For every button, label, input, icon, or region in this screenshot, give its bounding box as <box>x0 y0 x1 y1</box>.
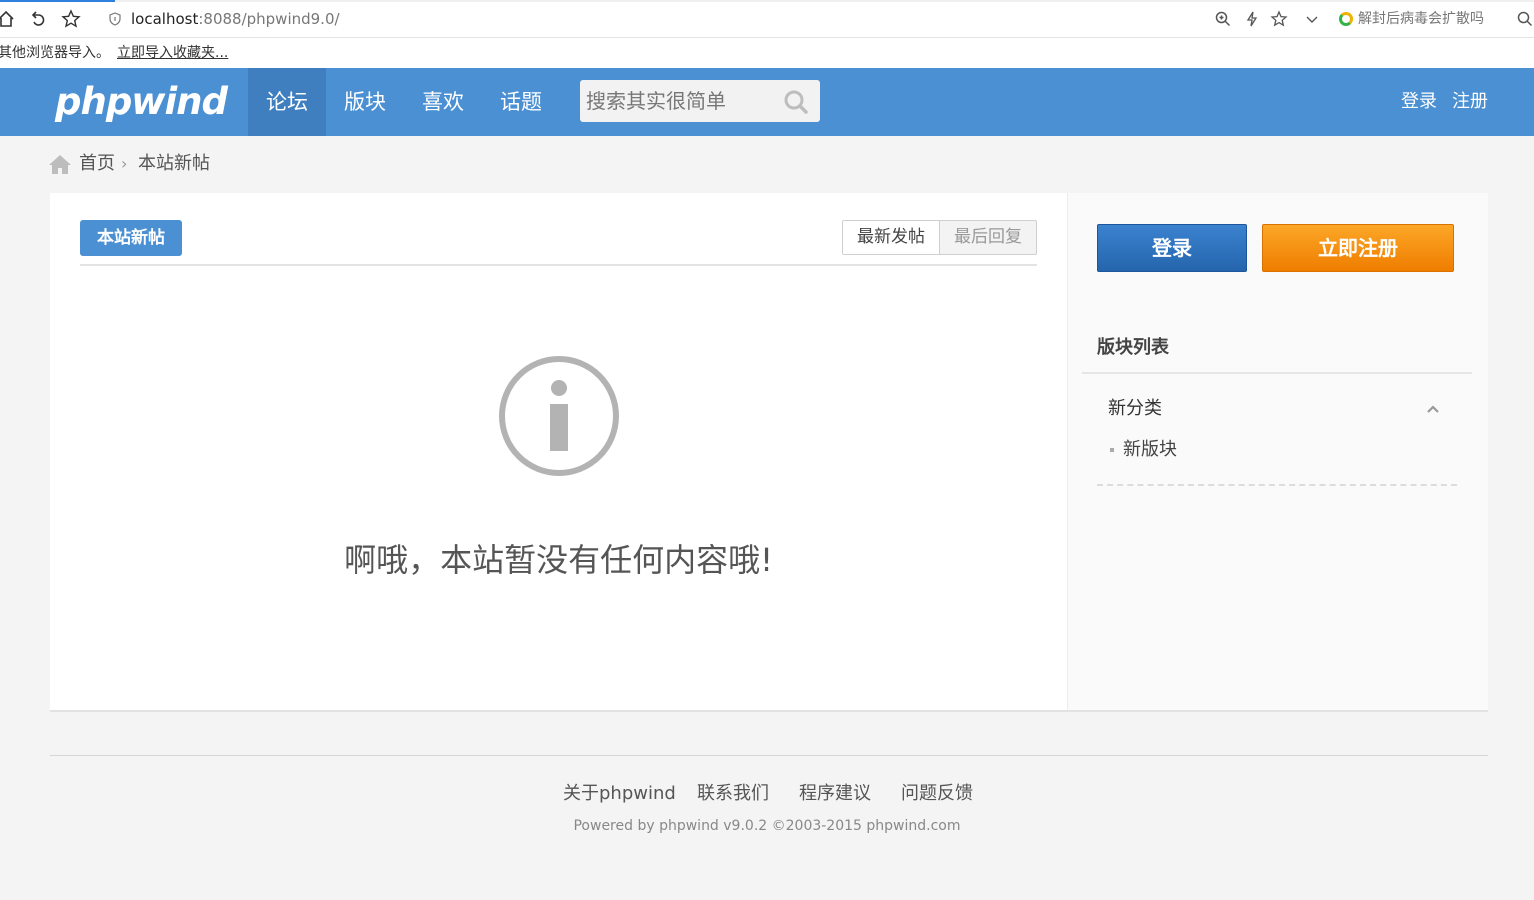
board-list-dashed-divider <box>1097 484 1457 486</box>
board-bullet <box>1110 448 1114 452</box>
url-host: localhost <box>131 10 199 28</box>
search-button-icon[interactable] <box>783 89 809 115</box>
extension-status-icon <box>1339 12 1353 26</box>
nav-forum[interactable]: 论坛 <box>248 68 326 136</box>
nav-topics[interactable]: 话题 <box>482 68 560 136</box>
footer-suggest-link[interactable]: 程序建议 <box>799 782 871 806</box>
reload-icon[interactable] <box>28 9 48 29</box>
bookmark-bar: 其他浏览器导入。 立即导入收藏夹... <box>0 38 1534 68</box>
login-button[interactable]: 登录 <box>1097 224 1247 272</box>
active-tab-indicator <box>0 0 115 2</box>
powered-by-text: Powered by phpwind v9.0.2 ©2003-2015 php… <box>573 818 961 834</box>
nav-boards[interactable]: 版块 <box>326 68 404 136</box>
nav-likes[interactable]: 喜欢 <box>404 68 482 136</box>
footer-contact-link[interactable]: 联系我们 <box>697 782 769 806</box>
category-name[interactable]: 新分类 <box>1108 397 1162 421</box>
site-new-posts-tag[interactable]: 本站新帖 <box>80 220 182 256</box>
footer-about-link[interactable]: 关于phpwind <box>563 782 676 806</box>
footer-feedback-link[interactable]: 问题反馈 <box>901 782 973 806</box>
search-input[interactable] <box>586 86 776 116</box>
header-login-link[interactable]: 登录 <box>1401 68 1437 136</box>
info-icon <box>499 356 619 476</box>
breadcrumb-current: 本站新帖 <box>138 153 210 174</box>
favorite-star-icon[interactable] <box>61 9 81 29</box>
address-bar[interactable]: localhost:8088/phpwind9.0/ <box>131 9 340 29</box>
breadcrumb-chevron-icon: › <box>121 154 128 173</box>
url-path: :8088/phpwind9.0/ <box>198 10 340 28</box>
sort-toggle-group: 最新发帖 最后回复 <box>842 220 1037 255</box>
tab-divider <box>80 264 1037 266</box>
lightning-icon[interactable] <box>1243 10 1261 28</box>
chevron-up-icon[interactable] <box>1425 402 1441 416</box>
site-header: phpwind 论坛 版块 喜欢 话题 登录 注册 <box>0 68 1534 136</box>
header-register-link[interactable]: 注册 <box>1452 68 1488 136</box>
home-icon[interactable] <box>0 9 16 29</box>
zoom-icon[interactable] <box>1214 10 1232 28</box>
search-icon[interactable] <box>1516 10 1534 28</box>
board-link[interactable]: 新版块 <box>1123 438 1177 462</box>
footer-divider <box>50 755 1488 756</box>
register-button[interactable]: 立即注册 <box>1262 224 1454 272</box>
sort-last-reply-button[interactable]: 最后回复 <box>940 221 1036 254</box>
home-icon[interactable] <box>48 153 72 175</box>
security-shield-icon[interactable] <box>108 12 122 26</box>
import-bookmarks-link[interactable]: 立即导入收藏夹... <box>117 44 228 62</box>
sort-latest-post-button[interactable]: 最新发帖 <box>843 221 940 254</box>
tab-strip <box>115 0 1534 2</box>
bookmark-star-icon[interactable] <box>1270 10 1288 28</box>
bookmark-hint: 其他浏览器导入。 <box>0 45 110 61</box>
extension-news-text[interactable]: 解封后病毒会扩散吗 <box>1358 10 1484 28</box>
chevron-down-icon[interactable] <box>1303 10 1321 28</box>
phpwind-logo[interactable]: phpwind <box>55 80 228 124</box>
breadcrumb-home[interactable]: 首页 <box>79 152 115 176</box>
board-list-divider <box>1082 372 1472 374</box>
empty-content-message: 啊哦，本站暂没有任何内容哦! <box>344 541 773 579</box>
board-list-title: 版块列表 <box>1097 337 1169 358</box>
